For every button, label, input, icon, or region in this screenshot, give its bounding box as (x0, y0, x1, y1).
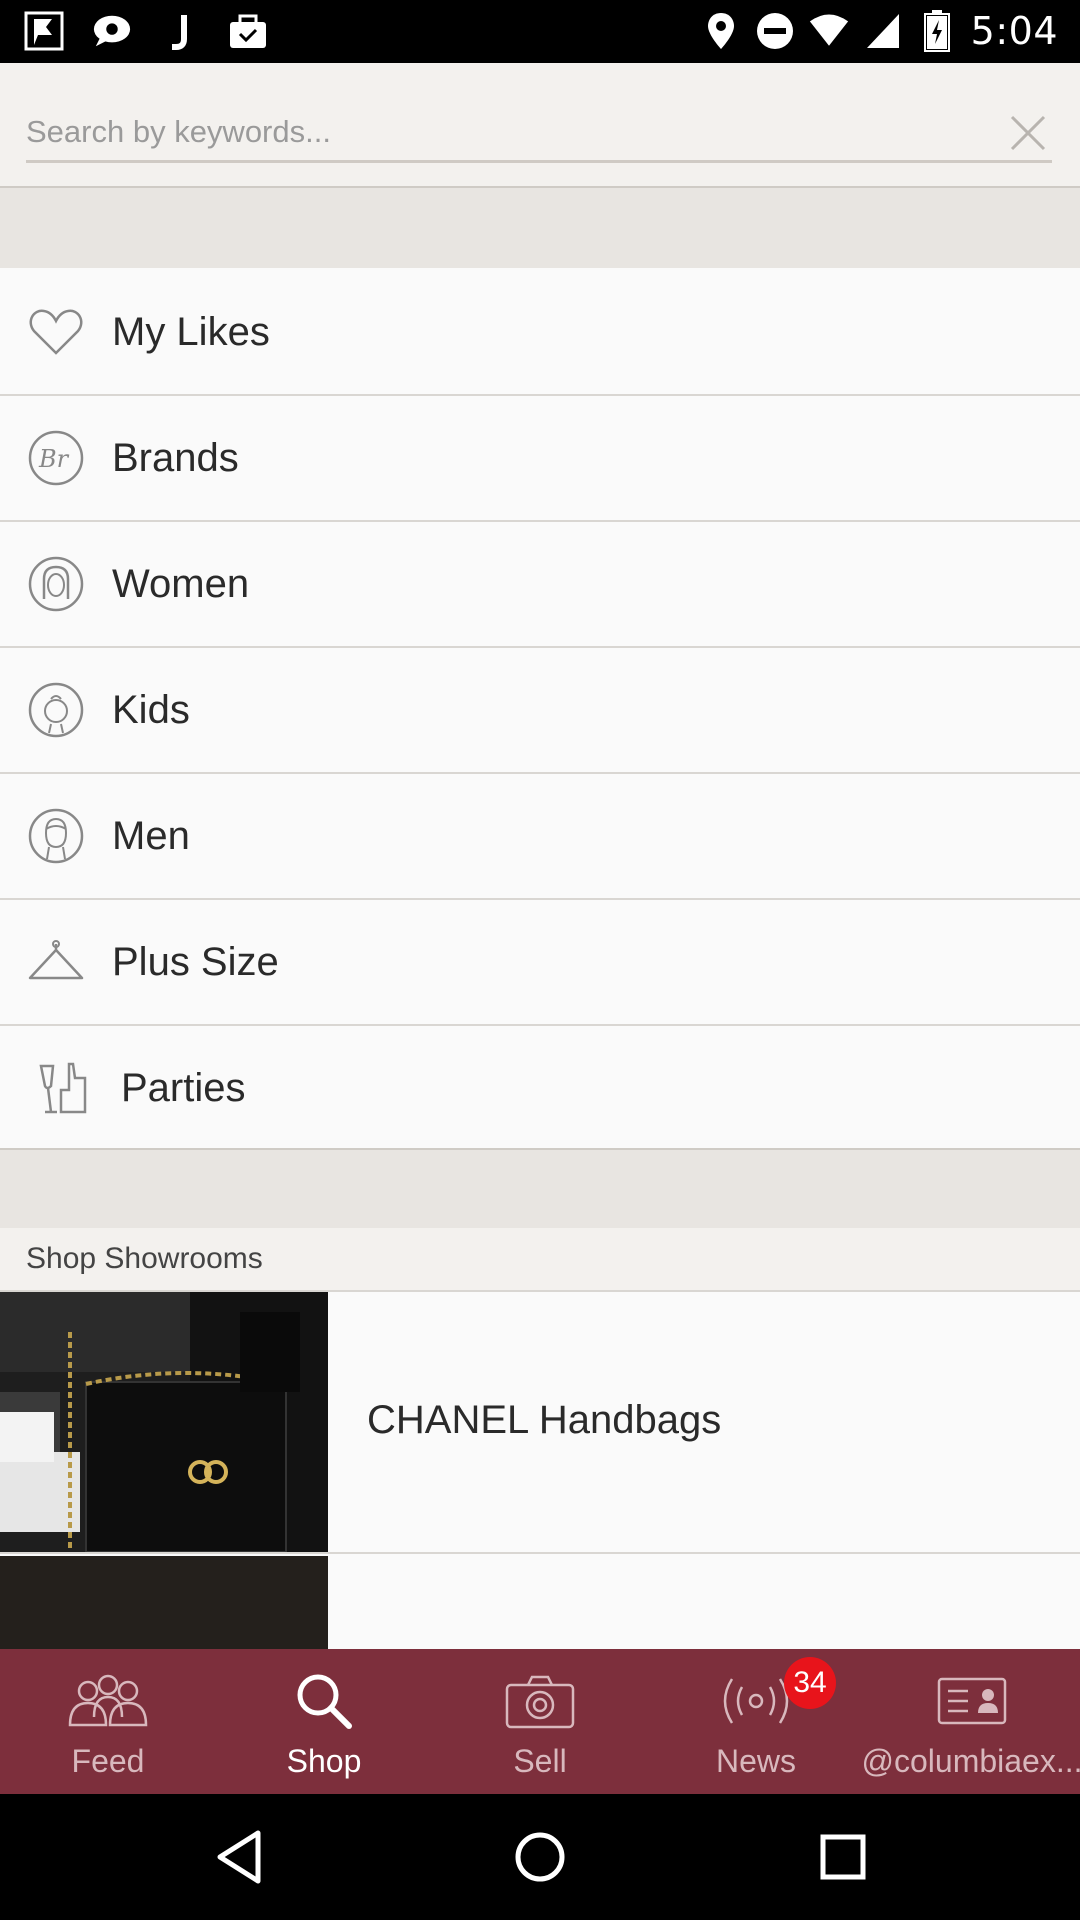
search-input[interactable] (26, 103, 1052, 163)
do-not-disturb-icon (755, 11, 795, 51)
menu-item-label: Kids (112, 687, 190, 732)
status-left-icons (24, 10, 268, 52)
tab-shop[interactable]: Shop (216, 1649, 432, 1794)
location-pin-icon (701, 11, 741, 51)
woman-face-icon (25, 553, 87, 615)
svg-text:Br: Br (38, 445, 70, 473)
menu-item-my-likes[interactable]: My Likes (0, 270, 1080, 396)
news-badge: 34 (784, 1657, 836, 1709)
people-icon (63, 1671, 153, 1731)
back-icon[interactable] (206, 1824, 272, 1890)
menu-item-label: Plus Size (112, 939, 279, 984)
profile-card-icon (927, 1671, 1017, 1731)
menu-item-plus-size[interactable]: Plus Size (0, 900, 1080, 1026)
showrooms-header: Shop Showrooms (0, 1228, 1080, 1292)
status-bar: 5:04 (0, 0, 1080, 63)
search-bar (0, 63, 1080, 188)
showrooms-header-label: Shop Showrooms (26, 1242, 263, 1275)
menu-item-label: Men (112, 813, 190, 858)
recents-icon[interactable] (810, 1824, 876, 1890)
tab-label: Sell (513, 1743, 567, 1779)
system-nav-bar (0, 1794, 1080, 1920)
j-app-icon (160, 11, 200, 51)
menu-item-label: Women (112, 561, 250, 606)
kid-face-icon (25, 679, 87, 741)
showroom-item-chanel-handbags[interactable]: CHANEL Handbags (0, 1292, 1080, 1554)
wifi-icon (809, 11, 849, 51)
chat-bubble-icon (92, 11, 132, 51)
tab-profile[interactable]: @columbiaex... (861, 1649, 1080, 1794)
section-divider (0, 188, 1080, 268)
tab-feed[interactable]: Feed (0, 1649, 216, 1794)
section-divider (0, 1148, 1080, 1228)
heart-icon (25, 301, 87, 363)
tab-news[interactable]: News 34 (648, 1649, 864, 1794)
party-glass-icon (32, 1057, 94, 1119)
brands-icon: Br (25, 427, 87, 489)
status-right-icons: 5:04 (701, 6, 1058, 56)
menu-item-label: Parties (121, 1065, 246, 1110)
tab-label: Feed (71, 1743, 145, 1779)
home-icon[interactable] (507, 1824, 573, 1890)
menu-item-brands[interactable]: Br Brands (0, 396, 1080, 522)
status-time: 5:04 (970, 9, 1058, 53)
menu-item-women[interactable]: Women (0, 522, 1080, 648)
search-icon (279, 1671, 369, 1731)
menu-item-kids[interactable]: Kids (0, 648, 1080, 774)
showroom-thumbnail (0, 1292, 328, 1552)
menu-item-parties[interactable]: Parties (0, 1026, 1080, 1152)
briefcase-check-icon (228, 11, 268, 51)
tab-label: Shop (286, 1743, 362, 1779)
hanger-icon (25, 931, 87, 993)
man-face-icon (25, 805, 87, 867)
cell-signal-icon (863, 11, 903, 51)
showroom-title: CHANEL Handbags (367, 1398, 722, 1442)
category-menu: My Likes Br Brands Women Kids Men Plus S… (0, 270, 1080, 1152)
menu-item-label: My Likes (112, 309, 270, 354)
menu-item-men[interactable]: Men (0, 774, 1080, 900)
camera-icon (495, 1671, 585, 1731)
tab-label: News (715, 1743, 796, 1779)
notification-flag-icon (24, 11, 64, 51)
close-icon[interactable] (1006, 111, 1050, 155)
tab-label: @columbiaex... (861, 1743, 1080, 1779)
tab-sell[interactable]: Sell (432, 1649, 648, 1794)
bottom-tab-bar: Feed Shop Sell News 34 @columbiaex... (0, 1649, 1080, 1794)
menu-item-label: Brands (112, 435, 239, 480)
battery-charging-icon (917, 10, 957, 52)
